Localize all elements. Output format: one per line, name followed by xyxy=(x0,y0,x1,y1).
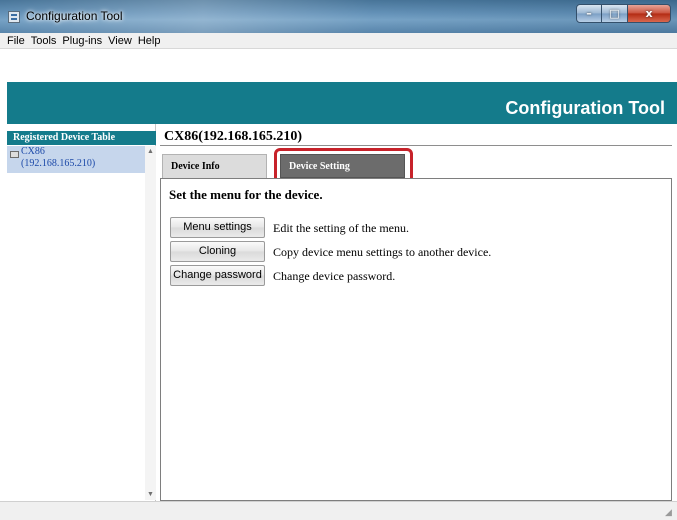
app-banner: Configuration Tool xyxy=(7,82,677,124)
cloning-description: Copy device menu settings to another dev… xyxy=(273,245,492,259)
device-name: CX86 xyxy=(21,146,45,157)
menu-help[interactable]: Help xyxy=(135,33,164,49)
device-table-pane: Registered Device Table CX86 (192.168.16… xyxy=(7,124,156,501)
device-table-scrollbar[interactable]: ▲ ▼ xyxy=(145,146,156,500)
menu-view[interactable]: View xyxy=(105,33,135,49)
change-password-description: Change device password. xyxy=(273,269,396,283)
menu-tools[interactable]: Tools xyxy=(28,33,60,49)
scroll-down-icon[interactable]: ▼ xyxy=(147,491,154,498)
menu-bar: File Tools Plug-ins View Help xyxy=(0,33,677,49)
change-password-button[interactable]: Change password xyxy=(170,265,265,286)
scroll-up-icon[interactable]: ▲ xyxy=(147,148,154,155)
printer-icon xyxy=(10,151,19,158)
menu-settings-button[interactable]: Menu settings xyxy=(170,217,265,238)
resize-grip-icon[interactable]: ◢ xyxy=(665,508,674,517)
device-ip: (192.168.165.210) xyxy=(21,158,96,169)
cloning-button[interactable]: Cloning xyxy=(170,241,265,262)
maximize-button[interactable]: □ xyxy=(602,4,628,23)
window-controls: – □ x xyxy=(576,4,671,23)
panel-heading: Set the menu for the device. xyxy=(169,187,323,202)
device-table-header: Registered Device Table xyxy=(7,131,156,145)
maximize-icon: □ xyxy=(609,7,620,20)
banner-title: Configuration Tool xyxy=(505,98,665,118)
minimize-icon: – xyxy=(586,7,592,20)
app-icon xyxy=(8,11,20,23)
status-bar: ◢ xyxy=(0,501,677,520)
title-bar: Configuration Tool – □ x xyxy=(0,0,677,33)
close-icon: x xyxy=(645,7,653,20)
device-list-item[interactable]: CX86 (192.168.165.210) xyxy=(7,146,145,173)
minimize-button[interactable]: – xyxy=(576,4,602,23)
menu-plugins[interactable]: Plug-ins xyxy=(59,33,105,49)
toolbar-area xyxy=(0,49,677,82)
device-title: CX86(192.168.165.210) xyxy=(164,129,303,144)
menu-settings-description: Edit the setting of the menu. xyxy=(273,221,409,235)
window-left-edge xyxy=(0,82,7,520)
window-title: Configuration Tool xyxy=(26,9,123,23)
close-button[interactable]: x xyxy=(628,4,671,23)
title-divider xyxy=(160,145,672,146)
menu-file[interactable]: File xyxy=(4,33,28,49)
tab-device-info[interactable]: Device Info xyxy=(162,154,267,178)
